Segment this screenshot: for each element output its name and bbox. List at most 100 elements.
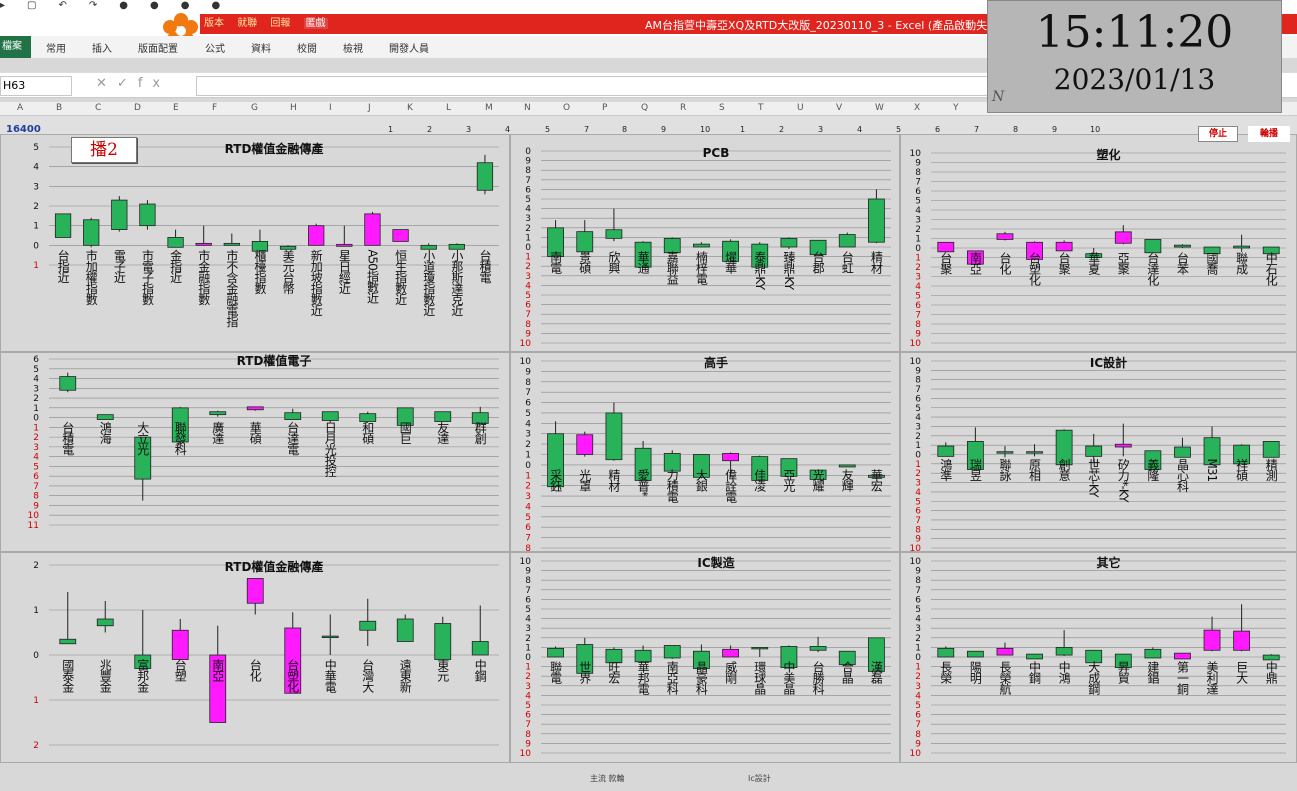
candle-body — [359, 620, 377, 631]
tab-view[interactable]: 檢視 — [343, 40, 363, 55]
category-label: 威剛 — [724, 661, 738, 684]
candle-body — [1026, 451, 1043, 454]
qat-icon[interactable]: ● — [119, 0, 128, 11]
tab-data[interactable]: 資料 — [251, 40, 271, 55]
qat-icon[interactable]: ▢ — [27, 0, 36, 11]
column-header[interactable]: H — [290, 103, 297, 113]
candle-body — [392, 229, 409, 242]
column-header[interactable]: B — [56, 103, 62, 113]
category-label: 大成鋼 — [1087, 661, 1101, 695]
confirm-icon[interactable]: ✓ — [117, 76, 138, 91]
category-label: 台達電 — [286, 420, 300, 455]
y-tick-label: 3 — [525, 682, 531, 692]
y-tick-label: 5 — [915, 701, 921, 711]
column-header[interactable]: P — [602, 103, 607, 113]
row-number-cell: 8 — [622, 125, 628, 134]
column-header[interactable]: M — [485, 103, 493, 113]
tab-insert[interactable]: 插入 — [92, 40, 112, 55]
y-tick-label: 3 — [915, 682, 921, 692]
y-tick-label: 1 — [915, 254, 921, 264]
category-label: 華夏 — [1087, 252, 1101, 275]
formula-input[interactable] — [196, 76, 996, 96]
column-header[interactable]: S — [719, 103, 725, 113]
row-number-cell: 1 — [388, 125, 394, 134]
fx-icon[interactable]: fx — [138, 76, 170, 91]
y-tick-label: 1 — [915, 663, 921, 673]
column-header[interactable]: L — [446, 103, 451, 113]
tab-file[interactable]: 檔案 — [0, 36, 31, 58]
chart-svg: 5 4 3 2 1 0 1 RTD權值金融傳產台指近 市加權指數 電子近 市電子指數 金指近 市金融指數… — [33, 141, 499, 328]
qat-icon[interactable]: ● — [211, 0, 220, 11]
candle-body — [937, 445, 955, 457]
chart-svg: 10987654321012345678910其它長榮 陽明 長榮航 中鋼 中鴻 大成鋼昇… — [910, 555, 1286, 759]
y-tick-label: 3 — [33, 384, 39, 394]
version-button[interactable]: 版本 — [204, 18, 224, 29]
column-header[interactable]: Q — [641, 103, 648, 113]
category-label: 友達 — [436, 421, 450, 444]
column-header[interactable]: A — [17, 103, 23, 113]
y-tick-label: 1 — [525, 233, 531, 243]
tab-home[interactable]: 常用 — [46, 40, 66, 55]
tab-formulas[interactable]: 公式 — [205, 40, 225, 55]
category-label: 聯成 — [1235, 252, 1249, 276]
candle-body — [576, 231, 594, 253]
column-header[interactable]: U — [797, 103, 804, 113]
column-header[interactable]: T — [758, 103, 764, 113]
y-tick-label: 7 — [525, 586, 531, 596]
broadcast-2-button[interactable]: 播2 — [71, 137, 137, 163]
report-button[interactable]: 就聯 — [237, 18, 257, 29]
tab-review[interactable]: 校閱 — [297, 40, 317, 55]
sheet-tab-main[interactable]: 主流 款輪 — [590, 773, 625, 784]
column-header[interactable]: F — [212, 103, 217, 113]
column-header[interactable]: C — [95, 103, 101, 113]
candle-body — [1233, 630, 1251, 651]
category-label: 采鈺 — [549, 468, 563, 491]
column-header[interactable]: Y — [953, 103, 959, 113]
candle-body — [937, 647, 955, 658]
column-header[interactable]: W — [875, 103, 884, 113]
tab-page-layout[interactable]: 版面配置 — [138, 40, 178, 55]
rotate-button[interactable]: 輪播 — [1248, 126, 1290, 142]
y-tick-label: 9 — [525, 367, 531, 377]
y-tick-label: 3 — [915, 216, 921, 226]
column-header[interactable]: E — [173, 103, 179, 113]
column-header[interactable]: G — [251, 103, 258, 113]
cancel-icon[interactable]: ✕ — [96, 76, 117, 91]
column-header[interactable]: D — [134, 103, 141, 113]
chart-panel-c2: 0 9 8 7 6 5 4 3 2 1 0 1 2 3 4 5 6 7 8 9 10 PCB 南電 景碩 欣興 華通 嘉聯益 楠梓電燿… — [510, 134, 900, 352]
window-title: AM台指萱中壽亞XQ及RTD大改版_20230110_3 - Excel (產品… — [645, 19, 1003, 32]
category-label: 中鴻 — [1057, 660, 1071, 685]
column-header[interactable]: N — [524, 103, 531, 113]
column-header[interactable]: X — [914, 103, 920, 113]
column-header[interactable]: I — [329, 103, 332, 113]
chart-panel-c6: 10 9 8 7 6 5 4 3 2 1 0 1 2 3 4 5 6 7 8 9 10 IC設計 鴻準 瑞昱 聯詠 原相 創意 世芯-… — [900, 352, 1297, 553]
tab-developer[interactable]: 開發人員 — [389, 40, 429, 55]
qat-icon[interactable]: ▸ — [0, 0, 5, 11]
column-header[interactable]: K — [407, 103, 413, 113]
category-label: 櫃檯指數 — [253, 249, 267, 295]
y-tick-label: 3 — [33, 182, 39, 192]
qat-icon[interactable]: ● — [150, 0, 159, 11]
column-header[interactable]: J — [368, 103, 371, 113]
chart-title: 高手 — [704, 355, 728, 370]
row-number-cell: 7 — [974, 125, 980, 134]
category-label: 長榮航 — [998, 661, 1012, 696]
hide-button[interactable]: 匿戲 — [303, 18, 328, 29]
category-label: 中鼎 — [1264, 660, 1278, 685]
sheet-tab-ic[interactable]: Ic設計 — [748, 773, 771, 784]
qat-icon[interactable]: ↷ — [89, 0, 97, 11]
name-box[interactable]: H63 — [0, 76, 72, 96]
category-label: 台化 — [998, 251, 1012, 276]
candle-body — [1262, 441, 1280, 458]
category-label: 台塑 — [173, 658, 187, 682]
feedback-button[interactable]: 回報 — [270, 18, 290, 29]
column-header[interactable]: V — [836, 103, 842, 113]
category-label: 國泰金 — [61, 659, 75, 693]
row-number-cell: 2 — [427, 125, 433, 134]
category-label: 富邦金 — [136, 658, 150, 693]
stop-button[interactable]: 停止 — [1198, 126, 1238, 142]
column-header[interactable]: R — [680, 103, 686, 113]
category-label: 臻鼎-KY — [782, 251, 796, 291]
column-header[interactable]: O — [563, 103, 570, 113]
qat-icon[interactable]: ↶ — [58, 0, 66, 11]
